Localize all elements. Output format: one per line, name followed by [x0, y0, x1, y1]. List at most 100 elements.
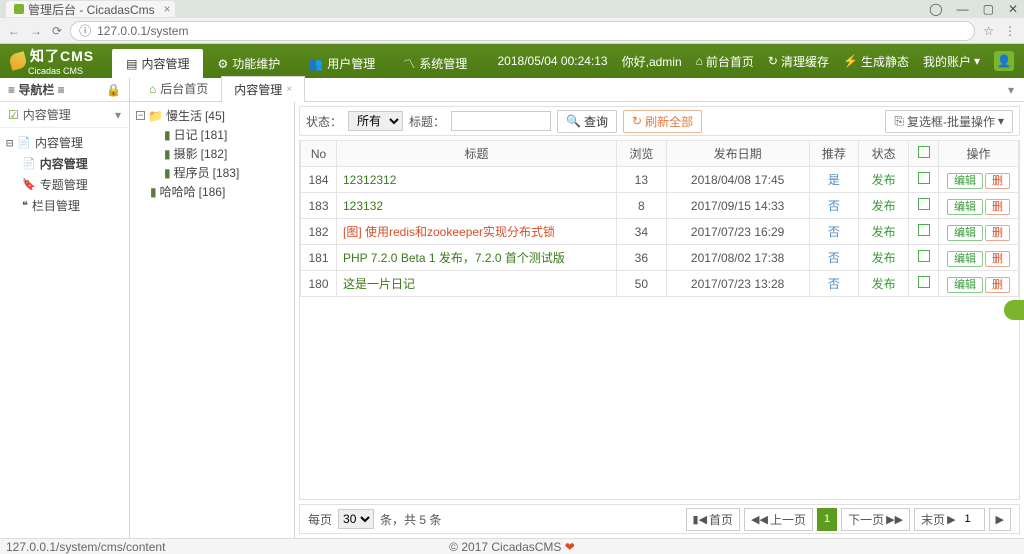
delete-button[interactable]: 删 — [985, 225, 1010, 241]
check-icon: ☑ — [8, 108, 19, 122]
tree-node[interactable]: ▮日记 [181] — [136, 125, 288, 144]
delete-button[interactable]: 删 — [985, 173, 1010, 189]
file-icon: ▮ — [150, 185, 157, 199]
tabs-dropdown-icon[interactable]: ▾ — [1004, 79, 1018, 101]
page-prev[interactable]: ◀◀ 上一页 — [744, 508, 813, 531]
link-account[interactable]: 我的账户▾ — [923, 53, 980, 70]
tree-node[interactable]: −📁慢生活 [45] — [136, 106, 288, 125]
brand-secondary: Cicadas CMS — [28, 66, 94, 76]
edit-button[interactable]: 编辑 — [947, 251, 983, 267]
col-header: 浏览 — [617, 141, 667, 167]
lightning-icon: ⚡ — [843, 54, 858, 68]
address-bar[interactable]: ⓘ 127.0.0.1/system — [70, 21, 975, 41]
forward-icon[interactable]: → — [30, 24, 42, 38]
logo: 知了CMS Cicadas CMS — [0, 44, 104, 78]
heart-icon: ❤ — [565, 540, 575, 554]
file-icon: ▮ — [164, 166, 171, 180]
link-cache[interactable]: ↻清理缓存 — [768, 53, 829, 70]
content-tabs: ⌂后台首页 内容管理× ▾ — [130, 78, 1024, 102]
row-checkbox[interactable] — [918, 250, 930, 262]
row-checkbox[interactable] — [918, 198, 930, 210]
delete-button[interactable]: 删 — [985, 199, 1010, 215]
filter-bar: 状态： 所有 标题： 🔍查询 ↻刷新全部 ⎘复选框-批量操作▾ — [299, 106, 1020, 136]
page-first[interactable]: ▮◀ 首页 — [686, 508, 741, 531]
reload-icon[interactable]: ⟳ — [52, 24, 62, 38]
lock-icon[interactable]: 🔒 — [106, 83, 121, 97]
sidebar-group[interactable]: ☑ 内容管理 ▾ — [0, 102, 129, 128]
row-checkbox[interactable] — [918, 172, 930, 184]
page-go-input[interactable] — [958, 513, 978, 525]
link-static[interactable]: ⚡生成静态 — [843, 53, 909, 70]
users-icon: 👥 — [308, 57, 323, 71]
back-icon[interactable]: ← — [8, 24, 20, 38]
nav-item-column[interactable]: ❝栏目管理 — [22, 195, 123, 216]
state-select[interactable]: 所有 — [348, 111, 403, 131]
title-link[interactable]: 这是一片日记 — [337, 271, 617, 297]
per-label: 每页 — [308, 511, 332, 528]
side-badge[interactable] — [1004, 300, 1024, 320]
menu-content[interactable]: ▤内容管理 — [112, 49, 203, 78]
star-icon[interactable]: ☆ — [983, 24, 994, 38]
page-next[interactable]: 下一页 ▶▶ — [841, 508, 910, 531]
close-icon[interactable]: ✕ — [1008, 2, 1018, 16]
search-icon: 🔍 — [566, 114, 581, 128]
edit-button[interactable]: 编辑 — [947, 277, 983, 293]
maximize-icon[interactable]: ▢ — [983, 2, 994, 16]
edit-button[interactable]: 编辑 — [947, 225, 983, 241]
user-icon[interactable]: ◯ — [929, 2, 942, 16]
tab-home[interactable]: ⌂后台首页 — [136, 75, 221, 101]
page-go[interactable]: ▶ — [989, 508, 1011, 531]
page-current[interactable]: 1 — [817, 508, 837, 531]
refresh-icon: ↻ — [632, 114, 642, 128]
delete-button[interactable]: 删 — [985, 277, 1010, 293]
chevron-down-icon: ▾ — [115, 108, 121, 122]
row-checkbox[interactable] — [918, 224, 930, 236]
tree-node[interactable]: ▮摄影 [182] — [136, 144, 288, 163]
nav-item-content[interactable]: 📄内容管理 — [22, 153, 123, 174]
table-row: 182[图] 使用redis和zookeeper实现分布式锁342017/07/… — [301, 219, 1019, 245]
file-icon: ▮ — [164, 147, 171, 161]
avatar[interactable]: 👤 — [994, 51, 1014, 71]
url-bar: ← → ⟳ ⓘ 127.0.0.1/system ☆ ⋮ — [0, 18, 1024, 44]
row-checkbox[interactable] — [918, 276, 930, 288]
pager: 每页 30 条，共 5 条 ▮◀ 首页 ◀◀ 上一页 1 下一页 ▶▶ 末页 ▶… — [299, 504, 1020, 534]
refresh-button[interactable]: ↻刷新全部 — [623, 110, 702, 133]
delete-button[interactable]: 删 — [985, 251, 1010, 267]
file-icon: ▤ — [126, 57, 137, 71]
tab-title: 管理后台 - CicadasCms — [28, 1, 155, 18]
edit-button[interactable]: 编辑 — [947, 199, 983, 215]
col-header — [909, 141, 939, 167]
batch-button[interactable]: ⎘复选框-批量操作▾ — [885, 110, 1013, 133]
title-label: 标题： — [409, 113, 445, 130]
search-button[interactable]: 🔍查询 — [557, 110, 617, 133]
tab-close-icon[interactable]: × — [164, 2, 171, 16]
tab-close-icon[interactable]: × — [286, 84, 292, 95]
menu-icon[interactable]: ⋮ — [1004, 24, 1016, 38]
browser-titlebar: 管理后台 - CicadasCms × ◯ — ▢ ✕ — [0, 0, 1024, 18]
nav-root[interactable]: ⊟📄内容管理 — [6, 132, 123, 153]
state-label: 状态： — [306, 113, 342, 130]
menu-maintenance[interactable]: ⚙功能维护 — [203, 49, 294, 78]
per-select[interactable]: 30 — [338, 509, 374, 529]
file-icon: ▮ — [164, 128, 171, 142]
tab-content[interactable]: 内容管理× — [221, 76, 305, 102]
minimize-icon[interactable]: — — [957, 2, 969, 16]
title-link[interactable]: PHP 7.2.0 Beta 1 发布，7.2.0 首个测试版 — [337, 245, 617, 271]
menu-users[interactable]: 👥用户管理 — [294, 49, 389, 78]
link-front[interactable]: ⌂前台首页 — [696, 53, 754, 70]
footer: 127.0.0.1/system/cms/content © 2017 Cica… — [0, 538, 1024, 554]
edit-button[interactable]: 编辑 — [947, 173, 983, 189]
table-row: 180这是一片日记502017/07/23 13:28否发布编辑删 — [301, 271, 1019, 297]
browser-tab[interactable]: 管理后台 - CicadasCms × — [6, 1, 175, 17]
content-table: No标题浏览发布日期推荐状态操作 18412312312132018/04/08… — [299, 140, 1020, 500]
tree-node[interactable]: ▮哈哈哈 [186] — [136, 182, 288, 201]
checkbox[interactable] — [918, 146, 930, 158]
title-link[interactable]: 12312312 — [337, 167, 617, 193]
menu-system[interactable]: 〽系统管理 — [389, 49, 481, 78]
tree-node[interactable]: ▮程序员 [183] — [136, 163, 288, 182]
title-link[interactable]: 123132 — [337, 193, 617, 219]
page-last[interactable]: 末页 ▶ — [914, 508, 984, 531]
title-link[interactable]: [图] 使用redis和zookeeper实现分布式锁 — [337, 219, 617, 245]
title-input[interactable] — [451, 111, 551, 131]
nav-item-topic[interactable]: 🔖专题管理 — [22, 174, 123, 195]
